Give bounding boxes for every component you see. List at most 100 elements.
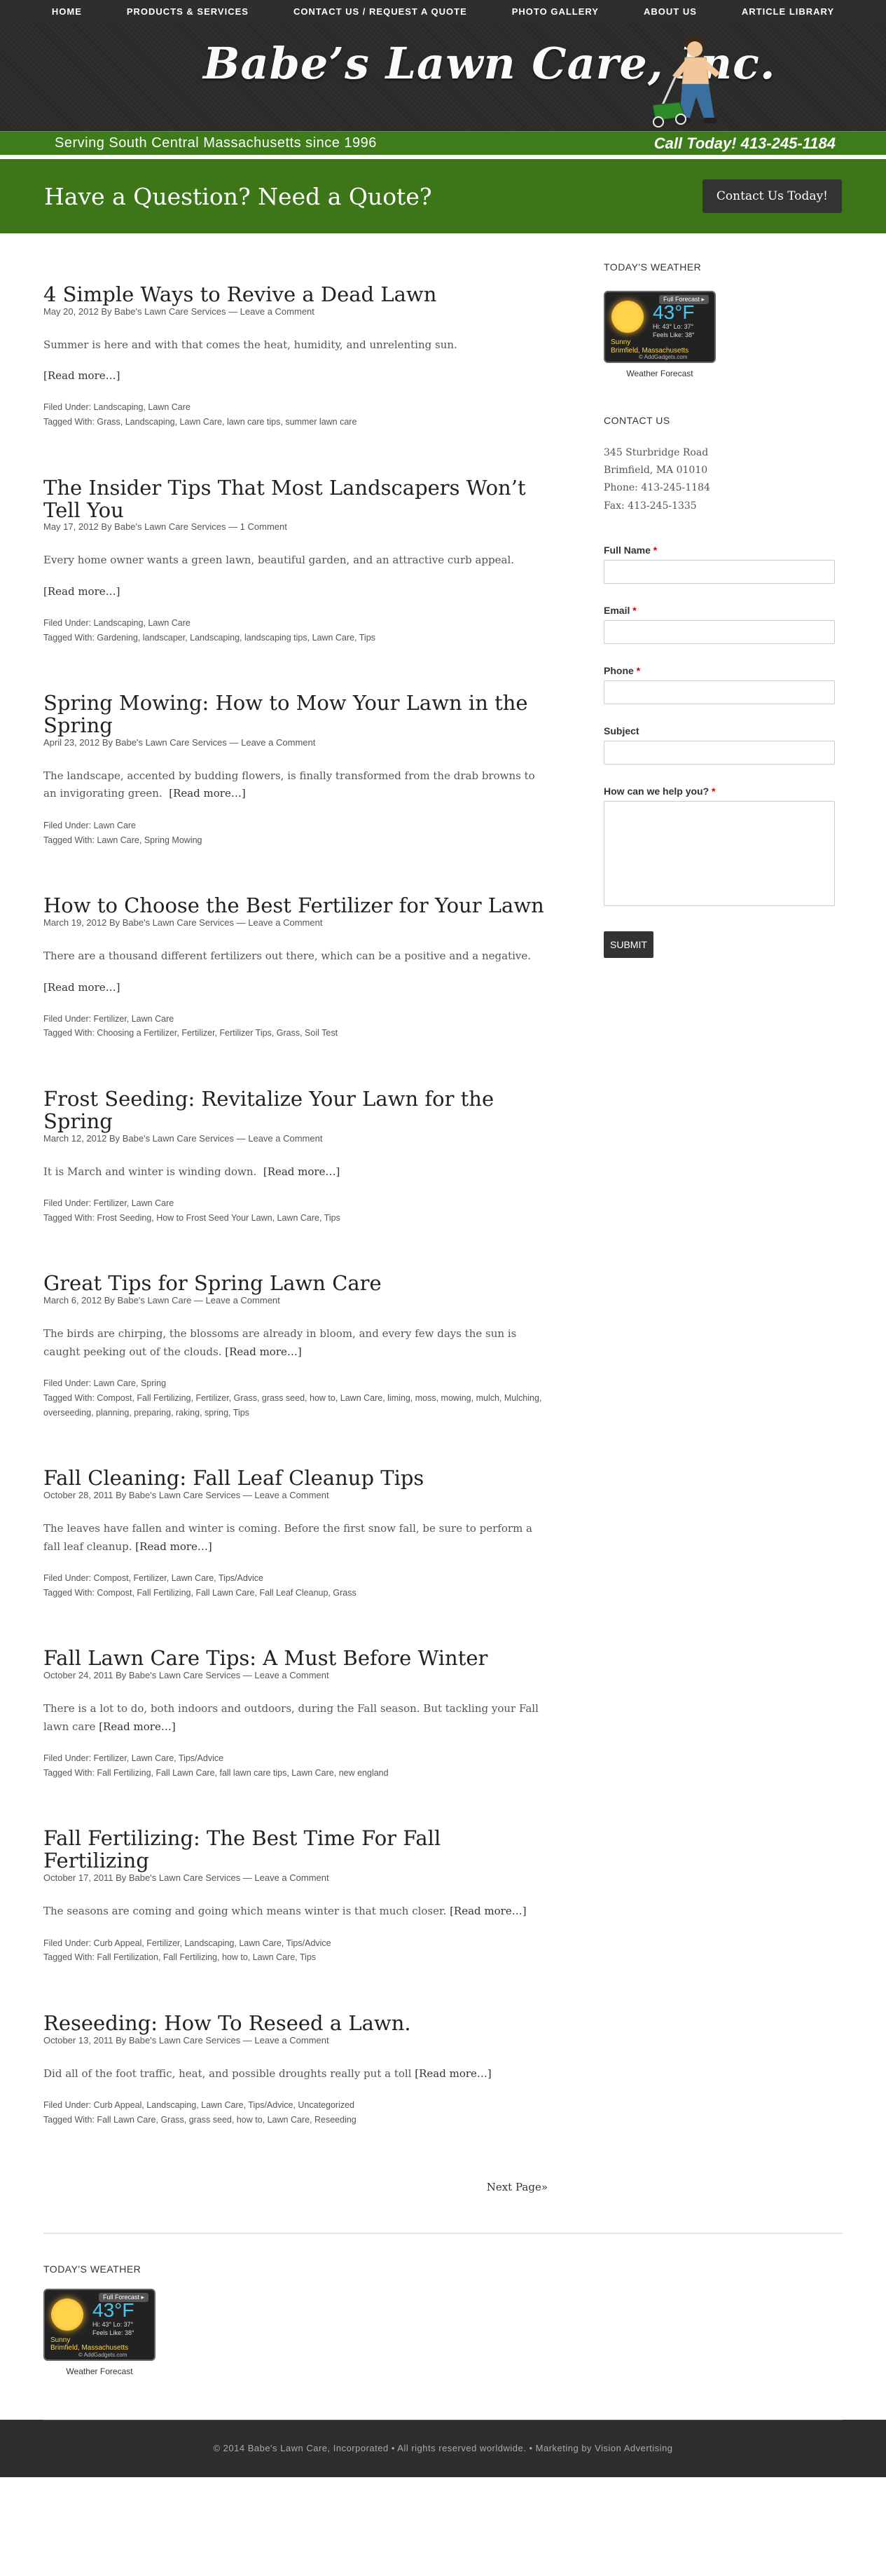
next-page-link[interactable]: Next Page» [487,2181,548,2193]
post-meta: March 19, 2012 By Babe's Lawn Care Servi… [43,917,323,929]
message-label-text: How can we help you? [604,785,710,797]
call-phone-link[interactable]: Call Today! 413-245-1184 [654,135,836,153]
post-title-link[interactable]: Great Tips for Spring Lawn Care [43,1271,382,1295]
weather-caption[interactable]: Weather Forecast [43,2366,155,2376]
post-item: 4 Simple Ways to Revive a Dead Lawn May … [43,233,548,430]
nav-home[interactable]: HOME [52,0,82,22]
post-meta: October 24, 2011 By Babe's Lawn Care Ser… [43,1670,329,1681]
post-item: How to Choose the Best Fertilizer for Yo… [43,847,548,1041]
phone-label-text: Phone [604,664,634,676]
post-excerpt-text: Did all of the foot traffic, heat, and p… [43,2067,412,2080]
email-field[interactable] [604,619,835,644]
post-excerpt: The seasons are coming and going which m… [43,1903,548,1921]
subject-label: Subject [604,725,639,737]
post-tags: Tagged With: Gardening, landscaper, Land… [43,632,375,643]
post-meta: April 23, 2012 By Babe's Lawn Care Servi… [43,737,316,748]
read-more-link[interactable]: [Read more…] [135,1540,212,1553]
contact-fax: Fax: 413-245-1335 [604,500,697,512]
post-categories: Filed Under: Lawn Care [43,820,137,830]
weather-card[interactable]: Full Forecast ▸ 43°F Hi: 43° Lo: 37° Fee… [43,2288,155,2361]
post-categories: Filed Under: Fertilizer, Lawn Care [43,1198,174,1209]
post-excerpt: It is March and winter is winding down. … [43,1163,548,1181]
post-item: Fall Fertilizing: The Best Time For Fall… [43,1780,548,1965]
post-tags: Tagged With: Fall Lawn Care, Grass, gras… [43,2114,357,2125]
read-more-link[interactable]: [Read more…] [450,1905,527,1917]
weather-brand: © AddGadgets.com [78,2351,127,2358]
post-title-link[interactable]: Fall Lawn Care Tips: A Must Before Winte… [43,1646,487,1670]
post-tags: Tagged With: Fall Fertilizing, Fall Lawn… [43,1767,389,1778]
submit-button[interactable]: SUBMIT [604,931,653,958]
post-title-link[interactable]: Fall Fertilizing: The Best Time For Fall… [43,1826,441,1872]
read-more-link[interactable]: [Read more…] [225,1345,302,1358]
nav-photo-gallery[interactable]: PHOTO GALLERY [512,0,599,22]
read-more-link[interactable]: [Read more…] [263,1165,340,1178]
post-excerpt: There are a thousand different fertilize… [43,950,532,963]
sun-icon [611,301,644,333]
post-excerpt-text: The landscape, accented by budding flowe… [43,769,535,800]
required-mark: * [653,544,658,556]
bottom-weather-widget: TODAY'S WEATHER Full Forecast ▸ 43°F Hi:… [0,2234,886,2420]
site-footer: © 2014 Babe's Lawn Care, Incorporated • … [0,2419,886,2477]
content-wrap: 4 Simple Ways to Revive a Dead Lawn May … [0,233,886,2193]
nav-products-services[interactable]: PRODUCTS & SERVICES [127,0,249,22]
post-meta: October 17, 2011 By Babe's Lawn Care Ser… [43,1872,329,1884]
nav-contact-quote[interactable]: CONTACT US / REQUEST A QUOTE [293,0,467,22]
post-categories: Filed Under: Curb Appeal, Landscaping, L… [43,2100,355,2111]
post-tags: Tagged With: Fall Fertilization, Fall Fe… [43,1952,317,1963]
read-more-link[interactable]: [Read more…] [43,585,548,598]
post-categories: Filed Under: Fertilizer, Lawn Care, Tips… [43,1753,224,1764]
footer-copyright: © 2014 Babe's Lawn Care, Incorporated • … [213,2442,673,2453]
post-title-link[interactable]: Spring Mowing: How to Mow Your Lawn in t… [43,691,528,737]
required-mark: * [712,785,716,797]
post-title-link[interactable]: Fall Cleaning: Fall Leaf Cleanup Tips [43,1466,424,1490]
weather-hilo: Hi: 43° Lo: 37° [653,323,694,330]
post-item: Fall Lawn Care Tips: A Must Before Winte… [43,1600,548,1780]
contact-widget: CONTACT US 345 Sturbridge Road Brimfield… [604,415,835,515]
weather-condition: Sunny [50,2336,71,2344]
required-mark: * [636,664,641,676]
post-title-link[interactable]: How to Choose the Best Fertilizer for Yo… [43,893,544,917]
email-label: Email * [604,605,835,616]
full-name-field[interactable] [604,559,835,584]
read-more-link[interactable]: [Read more…] [169,787,246,800]
read-more-link[interactable]: [Read more…] [43,981,548,994]
full-name-label-text: Full Name [604,544,651,556]
post-tags: Tagged With: Grass, Landscaping, Lawn Ca… [43,417,357,427]
post-excerpt-text: The seasons are coming and going which m… [43,1905,447,1918]
weather-condition-block: Sunny Brimfield, Massachusetts [50,2336,128,2352]
post-item: Great Tips for Spring Lawn Care March 6,… [43,1225,548,1420]
weather-caption[interactable]: Weather Forecast [604,369,716,378]
nav-article-library[interactable]: ARTICLE LIBRARY [742,0,834,22]
phone-field[interactable] [604,680,835,704]
post-tags: Tagged With: Compost, Fall Fertilizing, … [43,1392,542,1418]
post-title-link[interactable]: 4 Simple Ways to Revive a Dead Lawn [43,282,436,306]
read-more-link[interactable]: [Read more…] [415,2067,492,2080]
subject-field[interactable] [604,740,835,765]
post-categories: Filed Under: Fertilizer, Lawn Care [43,1013,174,1024]
weather-condition: Sunny [611,338,631,346]
read-more-link[interactable]: [Read more…] [99,1720,176,1733]
post-categories: Filed Under: Lawn Care, Spring [43,1378,167,1389]
weather-feels: Feels Like: 38° [92,2329,134,2336]
post-title-link[interactable]: The Insider Tips That Most Landscapers W… [43,476,526,522]
post-item: Reseeding: How To Reseed a Lawn. October… [43,1965,548,2128]
nav-about-us[interactable]: ABOUT US [644,0,697,22]
post-categories: Filed Under: Compost, Fertilizer, Lawn C… [43,1573,264,1584]
full-name-label: Full Name * [604,544,835,556]
post-tags: Tagged With: Frost Seeding, How to Frost… [43,1212,340,1223]
post-excerpt-text: It is March and winter is winding down. [43,1165,257,1178]
post-meta: March 12, 2012 By Babe's Lawn Care Servi… [43,1132,323,1144]
top-nav: HOME PRODUCTS & SERVICES CONTACT US / RE… [0,0,886,22]
post-excerpt: Did all of the foot traffic, heat, and p… [43,2065,548,2083]
post-title-link[interactable]: Frost Seeding: Revitalize Your Lawn for … [43,1087,494,1133]
post-tags: Tagged With: Choosing a Fertilizer, Fert… [43,1028,338,1039]
post-meta: May 17, 2012 By Babe's Lawn Care Service… [43,521,287,533]
weather-temp: 43°F [653,301,695,323]
read-more-link[interactable]: [Read more…] [43,369,548,382]
contact-us-button[interactable]: Contact Us Today! [702,179,842,213]
message-textarea[interactable] [604,800,835,906]
post-item: Spring Mowing: How to Mow Your Lawn in t… [43,645,548,847]
post-title-link[interactable]: Reseeding: How To Reseed a Lawn. [43,2011,411,2035]
weather-card[interactable]: Full Forecast ▸ 43°F Hi: 43° Lo: 37° Fee… [604,291,716,363]
weather-brand: © AddGadgets.com [639,354,688,360]
